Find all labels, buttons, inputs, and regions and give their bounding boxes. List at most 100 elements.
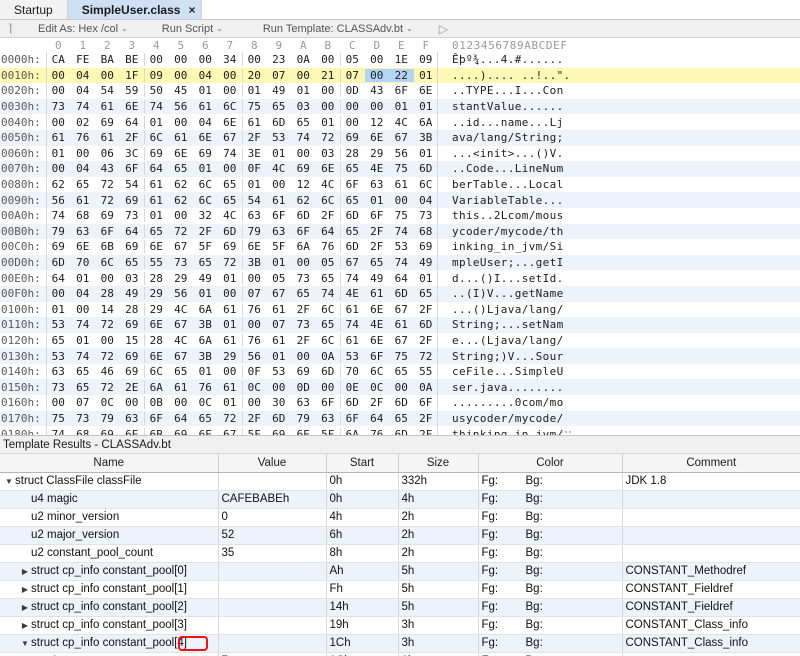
twisty-open-icon[interactable]: ▼: [19, 639, 31, 648]
hex-ascii-text[interactable]: String;)V...Sour: [452, 350, 564, 363]
hex-ascii-text[interactable]: String;...setNam: [452, 318, 564, 331]
hex-byte[interactable]: 65: [365, 256, 390, 269]
hex-byte[interactable]: 56: [389, 147, 414, 160]
hex-byte[interactable]: 67: [267, 287, 292, 300]
hex-byte[interactable]: 74: [316, 287, 341, 300]
hex-byte[interactable]: 53: [46, 318, 71, 331]
bg-color-label[interactable]: Bg:: [526, 583, 543, 595]
cell-name[interactable]: u1 tag: [0, 652, 219, 656]
tab-startup[interactable]: Startup: [0, 0, 68, 19]
hex-byte[interactable]: 69: [120, 240, 145, 253]
hex-byte[interactable]: 56: [46, 194, 71, 207]
hex-byte[interactable]: 3C: [120, 147, 145, 160]
hex-ascii-text[interactable]: ...<init>...()V.: [452, 147, 564, 160]
hex-byte[interactable]: 6E: [120, 100, 145, 113]
hex-byte[interactable]: 65: [340, 194, 365, 207]
table-row[interactable]: ▶ struct cp_info constant_pool[1] Fh 5h Fg: B…: [0, 580, 800, 599]
hex-byte[interactable]: 6C: [193, 178, 218, 191]
hex-byte[interactable]: 74: [46, 209, 71, 222]
hex-row[interactable]: 00E0h: 64 01 00 03 28 29 49 01 00 05 73 65 74 49 64 01 d.…: [0, 270, 800, 286]
hex-byte[interactable]: 49: [120, 287, 145, 300]
hex-byte[interactable]: 2F: [242, 131, 267, 144]
hex-byte[interactable]: 72: [169, 225, 194, 238]
hex-byte[interactable]: 6D: [389, 396, 414, 409]
hex-byte[interactable]: 23: [267, 53, 292, 66]
hex-byte[interactable]: 00: [267, 178, 292, 191]
hex-byte[interactable]: 00: [46, 287, 71, 300]
hex-byte[interactable]: 56: [169, 100, 194, 113]
hex-byte[interactable]: 01: [242, 178, 267, 191]
hex-ascii-text[interactable]: ...()Ljava/lang/: [452, 303, 564, 316]
pane-splitter-handle[interactable]: [560, 430, 572, 434]
hex-byte[interactable]: 49: [365, 272, 390, 285]
hex-byte[interactable]: 6A: [340, 428, 365, 435]
hex-byte[interactable]: 29: [365, 147, 390, 160]
cell-color[interactable]: Fg:Bg:: [478, 562, 623, 581]
hex-byte[interactable]: 01: [267, 256, 292, 269]
hex-byte[interactable]: 67: [340, 256, 365, 269]
cell-value[interactable]: 52: [218, 526, 327, 545]
hex-byte[interactable]: 67: [389, 131, 414, 144]
hex-byte[interactable]: 65: [291, 287, 316, 300]
hex-byte[interactable]: 79: [46, 225, 71, 238]
hex-byte[interactable]: 53: [340, 350, 365, 363]
hex-byte-group[interactable]: 6D 70 6C 65 55 73 65 72 3B 01 00 05 67 65 74 49: [46, 256, 438, 270]
hex-byte[interactable]: 67: [218, 428, 243, 435]
hex-byte[interactable]: 00: [218, 162, 243, 175]
hex-byte[interactable]: 6E: [316, 162, 341, 175]
twisty-closed-icon[interactable]: ▶: [19, 621, 31, 630]
hex-ascii-text[interactable]: ..(I)V...getName: [452, 287, 564, 300]
hex-byte[interactable]: 61: [169, 131, 194, 144]
hex-byte[interactable]: 01: [414, 100, 439, 113]
hex-byte[interactable]: 6E: [414, 84, 439, 97]
hex-byte[interactable]: 15: [120, 334, 145, 347]
hex-byte[interactable]: 65: [316, 318, 341, 331]
cell-color[interactable]: Fg:Bg:: [478, 526, 623, 545]
hex-byte[interactable]: 07: [340, 69, 365, 82]
hex-row[interactable]: 0100h: 01 00 14 28 29 4C 6A 61 76 61 2F 6C 61 6E 67 2F..…: [0, 302, 800, 318]
hex-row[interactable]: 0170h: 75 73 79 63 6F 64 65 72 2F 6D 79 63 6F 64 65 2F us…: [0, 410, 800, 427]
hex-byte[interactable]: 54: [95, 84, 120, 97]
hex-byte[interactable]: 72: [95, 350, 120, 363]
hex-byte[interactable]: 4E: [365, 162, 390, 175]
hex-byte[interactable]: 2F: [120, 131, 145, 144]
hex-byte[interactable]: 74: [71, 318, 96, 331]
hex-byte[interactable]: 63: [316, 412, 341, 425]
hex-byte[interactable]: 6C: [316, 303, 341, 316]
hex-byte[interactable]: 64: [169, 412, 194, 425]
hex-byte[interactable]: 6A: [193, 334, 218, 347]
hex-row[interactable]: 0070h: 00 04 43 6F 64 65 01 00 0F 4C 69 6E 65 4E 75 6D..…: [0, 161, 800, 177]
hex-ascii-text[interactable]: ava/lang/String;: [452, 131, 564, 144]
hex-byte[interactable]: 53: [267, 365, 292, 378]
hex-byte[interactable]: 69: [291, 162, 316, 175]
hex-byte[interactable]: 74: [46, 428, 71, 435]
cell-color[interactable]: Fg:Bg:: [478, 580, 623, 599]
hex-byte[interactable]: 61: [389, 318, 414, 331]
hex-byte[interactable]: 61: [144, 178, 169, 191]
hex-byte-group[interactable]: 00 04 54 59 50 45 01 00 01 49 01 00 0D 43 6F 6E: [46, 84, 439, 98]
hex-byte[interactable]: 49: [267, 84, 292, 97]
hex-byte[interactable]: 73: [120, 209, 145, 222]
hex-byte[interactable]: 00: [291, 256, 316, 269]
hex-byte[interactable]: 61: [218, 381, 243, 394]
tab-simpleuser-class[interactable]: SimpleUser.class ×: [67, 0, 203, 19]
hex-byte[interactable]: 00: [340, 100, 365, 113]
hex-byte[interactable]: 6E: [169, 147, 194, 160]
hex-byte[interactable]: 00: [46, 69, 71, 82]
hex-ascii-text[interactable]: inking_in_jvm/Si: [452, 240, 564, 253]
cell-value[interactable]: 0: [218, 508, 327, 527]
hex-byte-group[interactable]: 73 74 61 6E 74 56 61 6C 75 65 03 00 00 00 01 01: [46, 100, 439, 114]
hex-byte[interactable]: 6F: [316, 396, 341, 409]
hex-byte[interactable]: 00: [144, 53, 169, 66]
hex-row[interactable]: 0150h: 73 65 72 2E 6A 61 76 61 0C 00 0D 00 0E 0C 00 0A se…: [0, 379, 800, 396]
hex-ascii-text[interactable]: mpleUser;...getI: [452, 256, 564, 269]
hex-byte[interactable]: 61: [169, 381, 194, 394]
hex-byte[interactable]: 03: [291, 100, 316, 113]
hex-byte[interactable]: 6B: [95, 240, 120, 253]
hex-byte[interactable]: 00: [71, 303, 96, 316]
hex-row[interactable]: 00F0h: 00 04 28 49 29 56 01 00 07 67 65 74 4E 61 6D 65..…: [0, 285, 800, 302]
hex-ascii-text[interactable]: ceFile...SimpleU: [452, 365, 564, 378]
hex-row[interactable]: 0080h: 62 65 72 54 61 62 6C 65 01 00 12 4C 6F 63 61 6C be…: [0, 177, 800, 193]
hex-byte[interactable]: 0E: [340, 381, 365, 394]
hex-byte-group[interactable]: 01 00 14 28 29 4C 6A 61 76 61 2F 6C 61 6E 67 2F: [46, 302, 438, 316]
